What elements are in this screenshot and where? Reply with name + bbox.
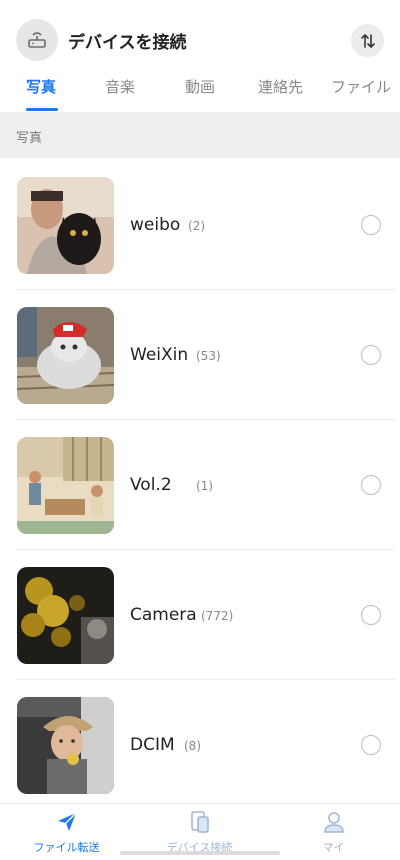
list-item[interactable]: Camera (772) (16, 550, 395, 680)
devices-icon (188, 810, 212, 838)
list-item[interactable]: Vol.2 (1) (16, 420, 395, 550)
album-count: (8) (184, 739, 201, 753)
album-count: (53) (196, 349, 221, 363)
page-title: デバイスを接続 (68, 33, 187, 53)
section-header: 写真 (0, 112, 400, 158)
paper-plane-icon (55, 810, 79, 838)
album-thumbnail (17, 437, 114, 534)
album-name: WeiXin (130, 345, 189, 365)
tab-contacts[interactable]: 連絡先 (258, 76, 303, 97)
album-count: (772) (201, 609, 234, 623)
active-tab-indicator (26, 108, 58, 111)
album-count: (1) (196, 479, 213, 493)
album-list: weibo (2) WeiXin (53) Vol.2 (1) Camera (… (0, 160, 400, 810)
album-thumbnail (17, 567, 114, 664)
list-item[interactable]: WeiXin (53) (16, 290, 395, 420)
section-title: 写真 (16, 131, 43, 146)
tab-photos[interactable]: 写真 (26, 76, 56, 97)
home-indicator (120, 851, 280, 855)
select-radio[interactable] (361, 735, 381, 755)
transfer-icon[interactable] (351, 24, 384, 57)
nav-label: ファイル転送 (33, 841, 100, 854)
category-tabs: 写真 音楽 動画 連絡先 ファイル (0, 70, 400, 112)
album-name: Vol.2 (130, 475, 172, 495)
album-thumbnail (17, 307, 114, 404)
select-radio[interactable] (361, 475, 381, 495)
nav-my[interactable]: マイ (267, 804, 400, 860)
album-name: weibo (130, 215, 181, 235)
tab-video[interactable]: 動画 (185, 76, 215, 97)
top-header: デバイスを接続 (0, 0, 400, 70)
select-radio[interactable] (361, 605, 381, 625)
select-radio[interactable] (361, 345, 381, 365)
nav-file-transfer[interactable]: ファイル転送 (0, 804, 133, 860)
album-name: Camera (130, 605, 197, 625)
tab-music[interactable]: 音楽 (105, 76, 135, 97)
album-count: (2) (188, 219, 205, 233)
nav-label: マイ (322, 841, 345, 854)
album-name: DCIM (130, 735, 175, 755)
person-icon (322, 810, 346, 838)
album-thumbnail (17, 177, 114, 274)
router-icon[interactable] (16, 19, 58, 61)
list-item[interactable]: DCIM (8) (16, 680, 395, 810)
album-thumbnail (17, 697, 114, 794)
select-radio[interactable] (361, 215, 381, 235)
list-item[interactable]: weibo (2) (16, 160, 395, 290)
tab-files[interactable]: ファイル (331, 76, 391, 97)
